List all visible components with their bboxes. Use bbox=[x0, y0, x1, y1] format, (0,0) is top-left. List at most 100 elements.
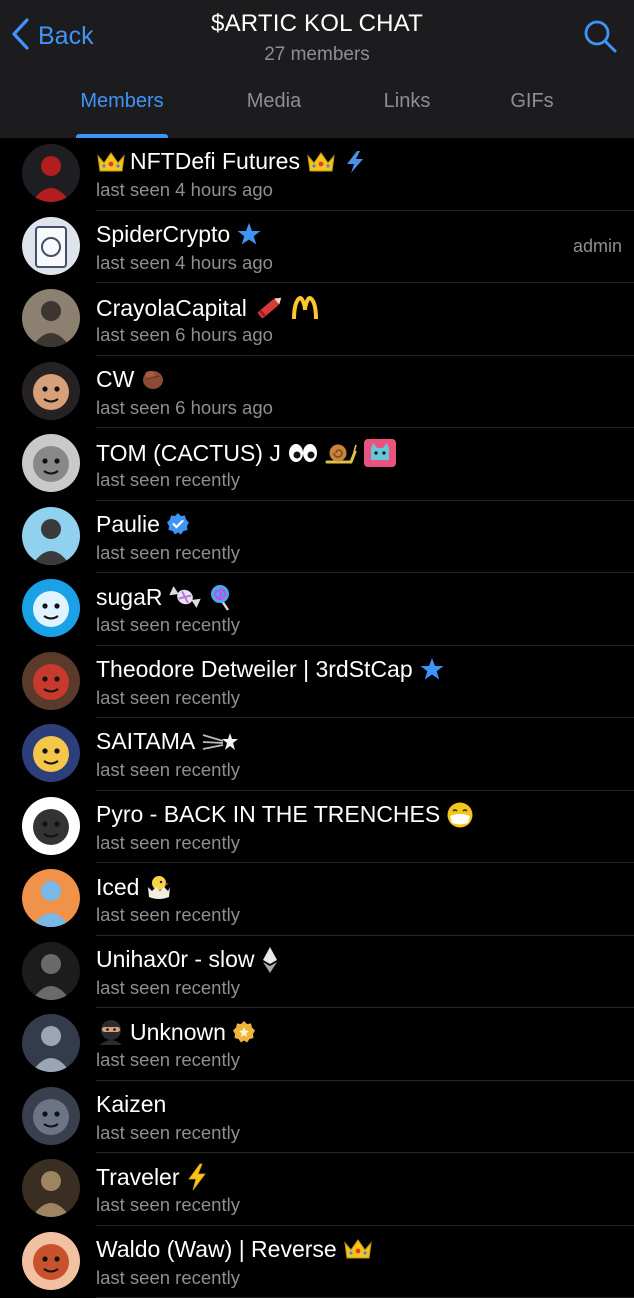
tab-members[interactable]: Members bbox=[80, 90, 163, 113]
last-seen-status: last seen recently bbox=[96, 1267, 240, 1289]
member-name: TOM (CACTUS) J bbox=[96, 438, 397, 468]
avatar bbox=[22, 579, 80, 637]
member-name: Iced bbox=[96, 873, 173, 901]
member-name-text: Theodore Detweiler | 3rdStCap bbox=[96, 656, 413, 683]
avatar bbox=[22, 869, 80, 927]
tab-media[interactable]: Media bbox=[247, 90, 301, 113]
star-icon bbox=[419, 656, 445, 682]
member-name-text: Waldo (Waw) | Reverse bbox=[96, 1236, 337, 1263]
member-row[interactable]: SAITAMA last seen recently bbox=[0, 718, 634, 791]
member-name: CW bbox=[96, 366, 166, 393]
member-row[interactable]: Paulie last seen recently bbox=[0, 501, 634, 574]
last-seen-status: last seen recently bbox=[96, 1194, 240, 1216]
member-row[interactable]: TOM (CACTUS) Jlast seen recently bbox=[0, 428, 634, 501]
avatar bbox=[22, 217, 80, 275]
member-name: Paulie bbox=[96, 511, 190, 538]
verified-icon bbox=[166, 512, 190, 536]
crown-icon bbox=[306, 150, 336, 174]
member-name: sugaR bbox=[96, 583, 236, 611]
avatar bbox=[22, 362, 80, 420]
member-row[interactable]: Kaizenlast seen recently bbox=[0, 1081, 634, 1154]
avatar bbox=[22, 1087, 80, 1145]
member-name-text: SAITAMA bbox=[96, 728, 195, 755]
last-seen-status: last seen recently bbox=[96, 687, 240, 709]
avatar bbox=[22, 724, 80, 782]
avatar bbox=[22, 289, 80, 347]
avatar bbox=[22, 1014, 80, 1072]
last-seen-status: last seen 6 hours ago bbox=[96, 397, 273, 419]
tab-bar: Members Media Links GIFs bbox=[0, 84, 634, 138]
member-name-text: CW bbox=[96, 366, 134, 393]
search-icon[interactable] bbox=[582, 18, 618, 54]
member-row[interactable]: Traveler last seen recently bbox=[0, 1153, 634, 1226]
ninja-icon bbox=[96, 1018, 126, 1046]
member-row[interactable]: CrayolaCapitallast seen 6 hours ago bbox=[0, 283, 634, 356]
member-name: Unknown bbox=[96, 1018, 256, 1046]
last-seen-status: last seen recently bbox=[96, 469, 240, 491]
tab-links[interactable]: Links bbox=[384, 90, 431, 113]
member-name: Waldo (Waw) | Reverse bbox=[96, 1236, 373, 1263]
lightning-icon bbox=[342, 149, 368, 175]
hand-icon bbox=[140, 366, 166, 392]
member-name-text: Iced bbox=[96, 874, 139, 901]
member-row[interactable]: Waldo (Waw) | Reverse last seen recently bbox=[0, 1226, 634, 1298]
mcdonalds-icon bbox=[291, 295, 319, 321]
avatar bbox=[22, 797, 80, 855]
member-row[interactable]: SpiderCryptolast seen 4 hours agoadmin bbox=[0, 211, 634, 284]
member-row[interactable]: Icedlast seen recently bbox=[0, 863, 634, 936]
member-name: NFTDefi Futures bbox=[96, 148, 368, 175]
hatching-chick-icon bbox=[145, 873, 173, 901]
last-seen-status: last seen recently bbox=[96, 832, 240, 854]
member-row[interactable]: NFTDefi Futures last seen 4 hours ago bbox=[0, 138, 634, 211]
back-label: Back bbox=[38, 22, 94, 51]
crown-icon bbox=[343, 1237, 373, 1261]
member-name: Traveler bbox=[96, 1163, 208, 1191]
ethereum-icon bbox=[261, 946, 279, 974]
tab-gifs[interactable]: GIFs bbox=[510, 90, 553, 113]
chat-title-block[interactable]: $ARTIC KOL CHAT 27 members bbox=[140, 10, 494, 66]
member-name-text: SpiderCrypto bbox=[96, 221, 230, 248]
gold-badge-icon bbox=[232, 1020, 256, 1044]
member-list: NFTDefi Futures last seen 4 hours ago Spid… bbox=[0, 138, 634, 1298]
chat-header: Back $ARTIC KOL CHAT 27 members Members … bbox=[0, 0, 634, 138]
member-name: SpiderCrypto bbox=[96, 221, 262, 248]
member-row[interactable]: sugaRlast seen recently bbox=[0, 573, 634, 646]
member-name-text: TOM (CACTUS) J bbox=[96, 440, 281, 467]
cat-icon bbox=[363, 438, 397, 468]
last-seen-status: last seen recently bbox=[96, 759, 240, 781]
member-name-text: CrayolaCapital bbox=[96, 295, 247, 322]
member-name: CrayolaCapital bbox=[96, 293, 319, 323]
avatar bbox=[22, 652, 80, 710]
member-name-text: Pyro - BACK IN THE TRENCHES bbox=[96, 801, 440, 828]
member-name-text: NFTDefi Futures bbox=[130, 148, 300, 175]
eyes-icon bbox=[287, 441, 319, 465]
member-row[interactable]: Unknownlast seen recently bbox=[0, 1008, 634, 1081]
member-name-text: sugaR bbox=[96, 584, 162, 611]
candy-icon bbox=[168, 584, 202, 610]
snail-icon bbox=[325, 440, 357, 466]
crayon-icon bbox=[253, 293, 285, 323]
chat-title: $ARTIC KOL CHAT bbox=[140, 10, 494, 38]
member-count: 27 members bbox=[140, 44, 494, 66]
last-seen-status: last seen recently bbox=[96, 977, 240, 999]
member-name-text: Unihax0r - slow bbox=[96, 946, 255, 973]
lightning-bolt-icon bbox=[186, 1163, 208, 1191]
member-row[interactable]: Pyro - BACK IN THE TRENCHES last seen rec… bbox=[0, 791, 634, 864]
back-button[interactable]: Back bbox=[10, 18, 94, 54]
member-row[interactable]: Theodore Detweiler | 3rdStCap last seen r… bbox=[0, 646, 634, 719]
member-name: Kaizen bbox=[96, 1091, 166, 1118]
member-row[interactable]: CW last seen 6 hours ago bbox=[0, 356, 634, 429]
member-name-text: Kaizen bbox=[96, 1091, 166, 1118]
avatar bbox=[22, 942, 80, 1000]
member-row[interactable]: Unihax0r - slow last seen recently bbox=[0, 936, 634, 1009]
last-seen-status: last seen 4 hours ago bbox=[96, 179, 273, 201]
shooting-star-icon bbox=[201, 730, 239, 754]
last-seen-status: last seen 6 hours ago bbox=[96, 324, 273, 346]
star-icon bbox=[236, 221, 262, 247]
role-badge: admin bbox=[573, 236, 622, 257]
last-seen-status: last seen recently bbox=[96, 542, 240, 564]
chevron-left-icon bbox=[10, 17, 32, 56]
avatar bbox=[22, 507, 80, 565]
avatar bbox=[22, 1232, 80, 1290]
member-name: SAITAMA bbox=[96, 728, 239, 755]
